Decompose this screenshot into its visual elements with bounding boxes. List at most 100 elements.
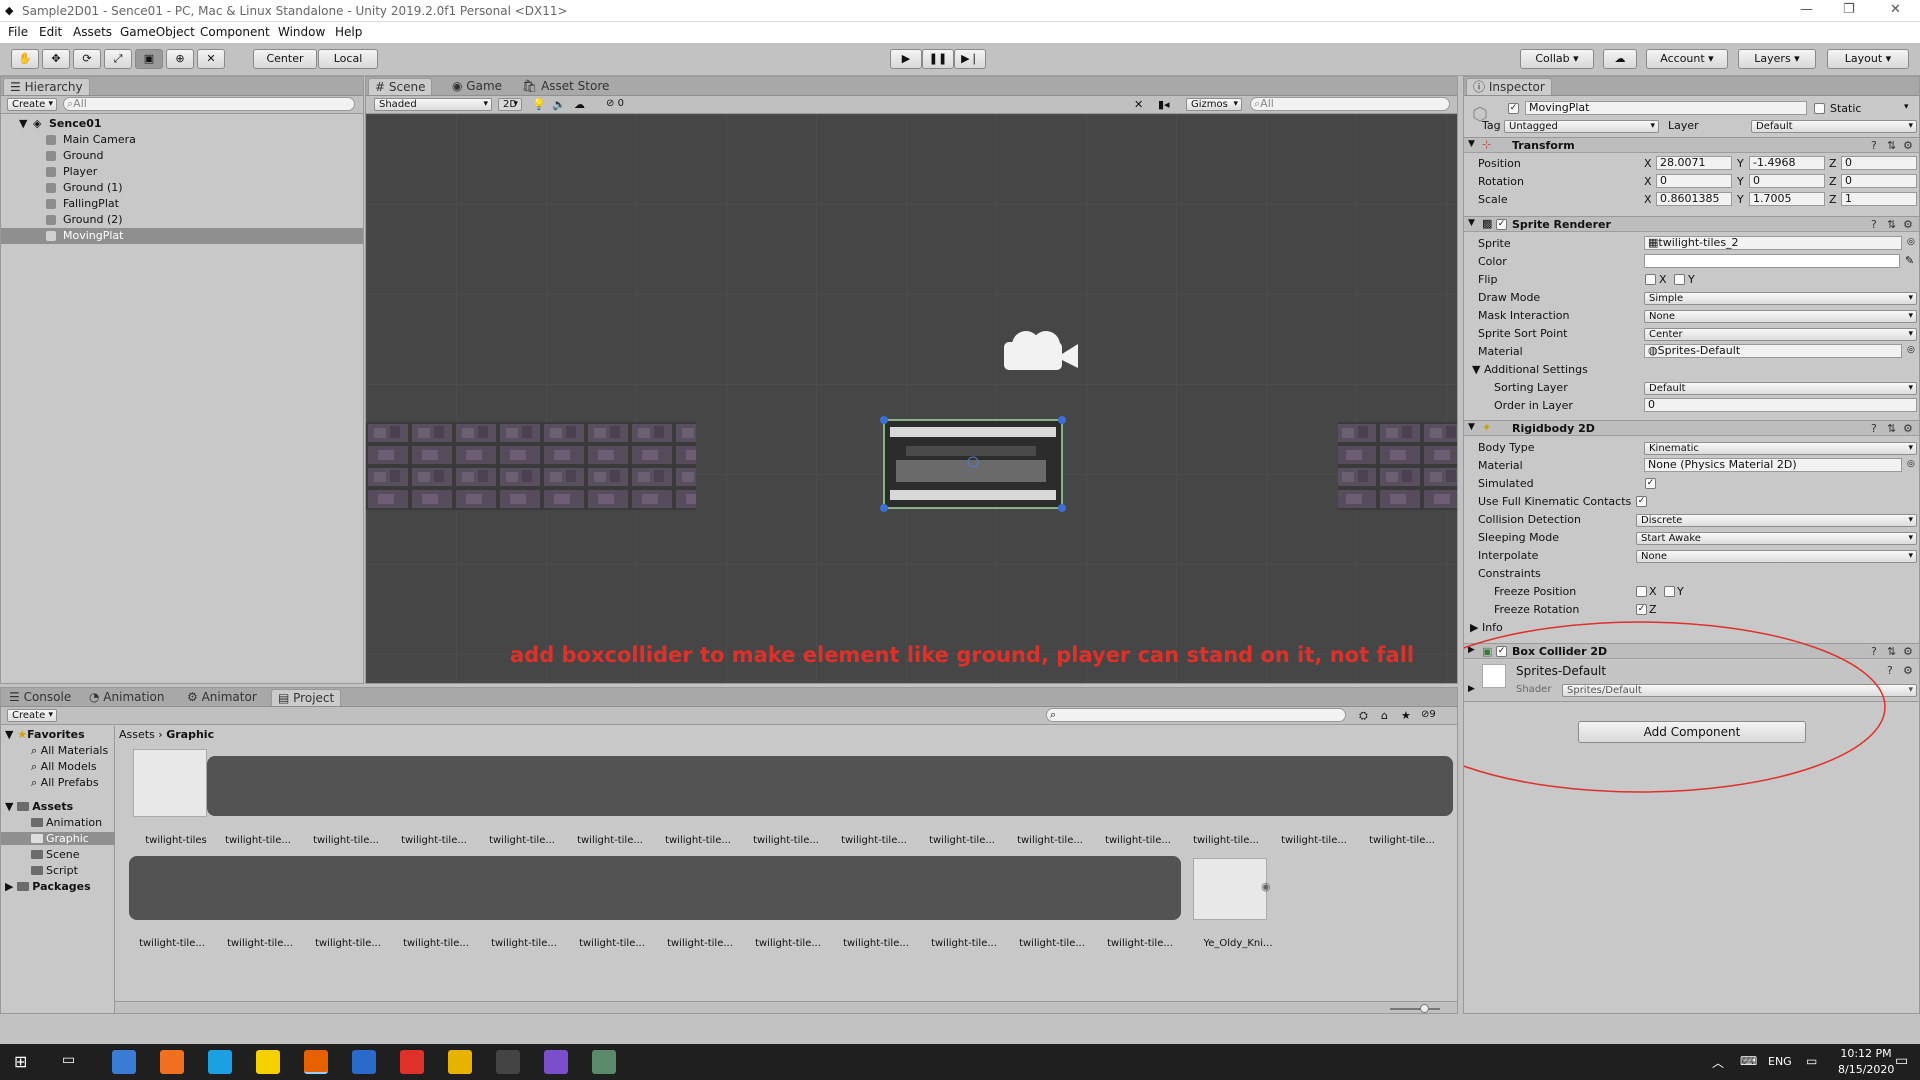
folder-item-selected[interactable]: Graphic: [1, 832, 115, 845]
pivot-center-button[interactable]: Center: [253, 49, 317, 69]
network-icon[interactable]: ▭: [1806, 1054, 1817, 1068]
sprite-renderer-enabled-checkbox[interactable]: ✓: [1496, 219, 1507, 230]
play-button[interactable]: ▶: [890, 49, 922, 69]
custom-tool-icon[interactable]: ✕: [197, 49, 225, 69]
tab-inspector[interactable]: ⓘ Inspector: [1466, 78, 1552, 95]
hierarchy-scene-row[interactable]: ▼ ◈ Sence01: [1, 116, 363, 132]
project-search-input[interactable]: ⌕: [1046, 708, 1346, 722]
pivot-local-button[interactable]: Local: [318, 49, 378, 69]
scale-z-field[interactable]: 1: [1841, 192, 1917, 206]
position-z-field[interactable]: 0: [1841, 156, 1917, 170]
sprite-sheet-thumbnail[interactable]: [133, 749, 207, 817]
hand-tool-icon[interactable]: ✋: [11, 49, 39, 69]
tools-icon[interactable]: ✕: [1134, 98, 1143, 111]
tab-scene[interactable]: # Scene: [368, 78, 433, 95]
scale-y-field[interactable]: 1.7005: [1749, 192, 1825, 206]
assets-node[interactable]: ▼ Assets: [5, 800, 73, 813]
folder-item[interactable]: Scene: [31, 848, 80, 861]
camera-settings-icon[interactable]: ▮◂: [1158, 98, 1170, 111]
object-picker-icon[interactable]: ◎: [1907, 459, 1915, 469]
scene-search-input[interactable]: ⌕All: [1250, 97, 1450, 111]
static-checkbox[interactable]: [1814, 103, 1825, 114]
moving-platform-sprite[interactable]: [883, 419, 1063, 509]
audio-icon[interactable]: 🔊: [552, 98, 566, 111]
layer-dropdown[interactable]: Default: [1751, 120, 1917, 133]
help-icon[interactable]: ?: [1871, 139, 1877, 152]
tab-project[interactable]: ▤ Project: [271, 689, 342, 706]
favorite-item[interactable]: ⌕ All Materials: [31, 744, 108, 758]
rotation-x-field[interactable]: 0: [1656, 174, 1732, 188]
hierarchy-create-dropdown[interactable]: Create: [7, 98, 57, 111]
tray-arrow-icon[interactable]: ︿: [1712, 1054, 1724, 1071]
menu-assets[interactable]: Assets: [73, 25, 112, 39]
sprite-renderer-header[interactable]: ▼ ▩ ✓ Sprite Renderer ? ⇅ ⚙: [1464, 216, 1919, 232]
position-y-field[interactable]: -1.4968: [1749, 156, 1825, 170]
tab-asset-store[interactable]: 🛍 Asset Store: [516, 78, 615, 95]
ground-tiles-right[interactable]: [1338, 422, 1458, 510]
collision-detection-dropdown[interactable]: Discrete: [1636, 514, 1917, 527]
hierarchy-search-input[interactable]: ⌕All: [63, 97, 355, 111]
gizmos-dropdown[interactable]: Gizmos: [1186, 98, 1242, 111]
expand-arrow-icon[interactable]: ▼: [1468, 139, 1475, 149]
account-dropdown[interactable]: Account ▾: [1646, 49, 1728, 69]
hierarchy-item[interactable]: Ground (2): [1, 212, 363, 228]
flip-y-checkbox[interactable]: [1674, 274, 1685, 285]
expand-arrow-icon[interactable]: ▼: [1468, 218, 1475, 228]
freeze-position-x-checkbox[interactable]: [1636, 586, 1647, 597]
gear-icon[interactable]: ⚙: [1903, 139, 1913, 152]
app-icon[interactable]: [112, 1050, 136, 1074]
help-icon[interactable]: ?: [1871, 218, 1877, 231]
tab-console[interactable]: ☰ Console: [3, 689, 77, 706]
object-picker-icon[interactable]: ◎: [1907, 345, 1915, 355]
filter-type-icon[interactable]: ⛭: [1359, 709, 1368, 723]
firefox-icon[interactable]: [304, 1050, 328, 1074]
sorting-layer-dropdown[interactable]: Default: [1644, 382, 1917, 395]
body-type-dropdown[interactable]: Kinematic: [1644, 442, 1917, 455]
shading-mode-dropdown[interactable]: Shaded: [374, 98, 492, 111]
keyboard-icon[interactable]: ⌨: [1740, 1054, 1757, 1068]
active-checkbox[interactable]: ✓: [1508, 103, 1519, 114]
hierarchy-item[interactable]: Main Camera: [1, 132, 363, 148]
menu-edit[interactable]: Edit: [39, 25, 62, 39]
draw-mode-dropdown[interactable]: Simple: [1644, 292, 1917, 305]
rotation-y-field[interactable]: 0: [1749, 174, 1825, 188]
hierarchy-item[interactable]: Ground: [1, 148, 363, 164]
transform-header[interactable]: ▼ ⊹ Transform ? ⇅ ⚙: [1464, 137, 1919, 153]
additional-settings-foldout[interactable]: ▼ Additional Settings: [1472, 363, 1588, 376]
rotate-tool-icon[interactable]: ⟳: [73, 49, 101, 69]
rotation-z-field[interactable]: 0: [1841, 174, 1917, 188]
windows-start-icon[interactable]: ⊞: [14, 1052, 27, 1071]
tab-animator[interactable]: ⚙ Animator: [181, 689, 263, 706]
task-view-icon[interactable]: ▭: [62, 1052, 75, 1068]
help-icon[interactable]: ?: [1871, 422, 1877, 435]
light-icon[interactable]: 💡: [532, 98, 546, 111]
sleeping-mode-dropdown[interactable]: Start Awake: [1636, 532, 1917, 545]
scale-tool-icon[interactable]: ⤢: [104, 49, 132, 69]
sprite-sort-point-dropdown[interactable]: Center: [1644, 328, 1917, 341]
expand-arrow-icon[interactable]: ▼: [19, 116, 27, 131]
gear-icon[interactable]: ⚙: [1903, 645, 1913, 658]
hidden-objects-count[interactable]: ⊘ 0: [606, 98, 624, 109]
cloud-icon[interactable]: ☁: [1603, 49, 1637, 69]
search-app-icon[interactable]: [160, 1050, 184, 1074]
outlook-icon[interactable]: [352, 1050, 376, 1074]
interpolate-dropdown[interactable]: None: [1636, 550, 1917, 563]
tab-game[interactable]: ◉ Game: [446, 78, 508, 95]
favorite-star-icon[interactable]: ★: [1401, 709, 1411, 722]
folder-item[interactable]: Script: [31, 864, 78, 877]
gear-icon[interactable]: ⚙: [1903, 664, 1913, 677]
ground-tiles-left[interactable]: [366, 422, 696, 510]
thumbnail-size-slider[interactable]: [1390, 1008, 1440, 1010]
language-indicator[interactable]: ENG: [1768, 1055, 1792, 1068]
notification-icon[interactable]: ▭: [1895, 1053, 1908, 1069]
favorite-item[interactable]: ⌕ All Models: [31, 760, 97, 774]
maximize-icon[interactable]: ❐: [1843, 2, 1855, 17]
2d-mode-toggle[interactable]: 2D: [498, 98, 522, 111]
position-x-field[interactable]: 28.0071: [1656, 156, 1732, 170]
favorites-node[interactable]: ▼ ★Favorites: [5, 728, 85, 741]
order-in-layer-field[interactable]: 0: [1644, 398, 1917, 412]
step-button[interactable]: ▶❘: [954, 49, 986, 69]
minimize-icon[interactable]: —: [1800, 2, 1813, 17]
clock-date[interactable]: 8/15/2020: [1838, 1063, 1894, 1076]
simulated-checkbox[interactable]: ✓: [1645, 478, 1656, 489]
